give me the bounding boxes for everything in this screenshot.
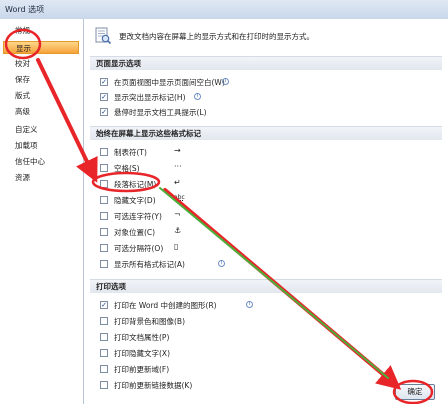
sidebar-item-label: 资源 <box>15 173 30 182</box>
checkbox[interactable] <box>100 260 108 268</box>
space-mark-symbol: ··· <box>174 162 182 171</box>
checkbox[interactable]: ✓ <box>100 78 108 86</box>
section-title: 始终在屏幕上显示这些格式标记 <box>96 129 201 138</box>
option-print-hidden-text[interactable]: 打印隐藏文字(X) <box>100 347 430 360</box>
option-object-anchors[interactable]: 对象位置(C) ⚓ <box>100 226 430 239</box>
info-icon: i <box>246 301 253 308</box>
checkbox[interactable] <box>100 228 108 236</box>
info-icon: i <box>222 78 229 85</box>
checkbox[interactable]: ✓ <box>100 108 108 116</box>
checkbox[interactable] <box>100 212 108 220</box>
option-label: 打印背景色和图像(B) <box>114 317 185 326</box>
sidebar-item-display[interactable]: 显示 <box>3 41 79 54</box>
sidebar-item-label: 高级 <box>15 107 30 116</box>
section-formatting-marks: 始终在屏幕上显示这些格式标记 <box>90 126 442 140</box>
ok-button-label: 确定 <box>407 387 423 396</box>
sidebar-item-label: 保存 <box>15 75 30 84</box>
section-title: 页面显示选项 <box>96 59 141 68</box>
sidebar-item-label: 信任中心 <box>15 157 45 166</box>
sidebar-item-label: 加载项 <box>15 141 38 150</box>
hidden-text-symbol: abc <box>174 194 185 201</box>
option-label: 打印文档属性(P) <box>114 333 170 342</box>
info-icon: i <box>218 260 225 267</box>
hyphen-mark-symbol: ¬ <box>174 210 181 219</box>
checkbox[interactable] <box>100 180 108 188</box>
ok-button[interactable]: 确定 <box>395 384 435 400</box>
window-titlebar: Word 选项 <box>0 0 448 20</box>
option-label: 打印隐藏文字(X) <box>114 349 170 358</box>
sidebar-item-trust-center[interactable]: 信任中心 <box>3 155 79 168</box>
checkbox[interactable] <box>100 164 108 172</box>
option-update-links[interactable]: 打印前更新链接数据(K) <box>100 379 430 392</box>
option-print-background[interactable]: 打印背景色和图像(B) <box>100 315 430 328</box>
option-update-fields[interactable]: 打印前更新域(F) <box>100 363 430 376</box>
checkbox[interactable] <box>100 333 108 341</box>
sidebar-item-proofing[interactable]: 校对 <box>3 57 79 70</box>
option-tab-characters[interactable]: 制表符(T) → <box>100 146 430 159</box>
section-printing: 打印选项 <box>90 279 442 293</box>
anchor-icon: ⚓ <box>174 226 182 235</box>
option-show-whitespace[interactable]: ✓ 在页面视图中显示页面间空白(W) i <box>100 76 430 89</box>
option-hidden-text[interactable]: 隐藏文字(D) abc <box>100 194 430 207</box>
option-label: 可选分隔符(O) <box>114 244 164 253</box>
tab-mark-symbol: → <box>174 146 181 155</box>
info-icon: i <box>194 93 201 100</box>
option-label: 段落标记(M) <box>114 180 157 189</box>
sidebar-item-label: 常规 <box>15 26 30 35</box>
options-content: 更改文档内容在屏幕上的显示方式和在打印时的显示方式。 页面显示选项 ✓ 在页面视… <box>84 19 448 404</box>
content-header: 更改文档内容在屏幕上的显示方式和在打印时的显示方式。 <box>84 19 448 53</box>
option-show-all-marks[interactable]: 显示所有格式标记(A) i <box>100 258 430 271</box>
checkbox[interactable] <box>100 349 108 357</box>
sidebar-item-label: 版式 <box>15 91 30 100</box>
paragraph-mark-symbol: ↵ <box>174 178 181 187</box>
document-magnifier-icon <box>95 27 112 45</box>
option-label: 制表符(T) <box>114 148 147 157</box>
option-print-properties[interactable]: 打印文档属性(P) <box>100 331 430 344</box>
option-label: 显示所有格式标记(A) <box>114 260 185 269</box>
option-optional-breaks[interactable]: 可选分隔符(O) ▯ <box>100 242 430 255</box>
option-label: 显示突出显示标记(H) <box>114 93 186 102</box>
checkbox[interactable] <box>100 365 108 373</box>
sidebar-item-general[interactable]: 常规 <box>3 24 79 37</box>
option-label: 悬停时显示文档工具提示(L) <box>114 108 207 117</box>
sidebar-item-save[interactable]: 保存 <box>3 73 79 86</box>
checkbox[interactable] <box>100 381 108 389</box>
checkbox[interactable]: ✓ <box>100 93 108 101</box>
checkbox[interactable] <box>100 317 108 325</box>
sidebar-item-advanced[interactable]: 高级 <box>3 105 79 118</box>
section-page-display: 页面显示选项 <box>90 56 442 70</box>
option-label: 可选连字符(Y) <box>114 212 162 221</box>
option-optional-hyphens[interactable]: 可选连字符(Y) ¬ <box>100 210 430 223</box>
sidebar-item-typography[interactable]: 版式 <box>3 89 79 102</box>
option-label: 隐藏文字(D) <box>114 196 156 205</box>
optional-break-symbol: ▯ <box>174 242 179 251</box>
window-title: Word 选项 <box>5 5 45 14</box>
sidebar-item-resources[interactable]: 资源 <box>3 171 79 184</box>
option-label: 空格(S) <box>114 164 140 173</box>
option-label: 打印前更新域(F) <box>114 365 170 374</box>
sidebar-item-label: 校对 <box>15 59 30 68</box>
checkbox[interactable]: ✓ <box>100 301 108 309</box>
option-show-tooltips[interactable]: ✓ 悬停时显示文档工具提示(L) <box>100 106 430 119</box>
option-show-highlighter[interactable]: ✓ 显示突出显示标记(H) i <box>100 91 430 104</box>
option-print-drawings[interactable]: ✓ 打印在 Word 中创建的图形(R) i <box>100 299 430 312</box>
checkbox[interactable] <box>100 196 108 204</box>
option-label: 打印在 Word 中创建的图形(R) <box>114 301 217 310</box>
sidebar-item-addins[interactable]: 加载项 <box>3 139 79 152</box>
section-title: 打印选项 <box>96 282 126 291</box>
checkbox[interactable] <box>100 148 108 156</box>
options-sidebar: 常规 显示 校对 保存 版式 高级 自定义 加载项 信任中心 资源 <box>0 19 84 404</box>
content-description: 更改文档内容在屏幕上的显示方式和在打印时的显示方式。 <box>119 32 314 41</box>
option-label: 打印前更新链接数据(K) <box>114 381 193 390</box>
option-spaces[interactable]: 空格(S) ··· <box>100 162 430 175</box>
sidebar-item-label: 显示 <box>16 44 31 53</box>
option-paragraph-marks[interactable]: 段落标记(M) ↵ <box>100 178 430 191</box>
sidebar-item-customize[interactable]: 自定义 <box>3 123 79 136</box>
sidebar-item-label: 自定义 <box>15 125 38 134</box>
checkbox[interactable] <box>100 244 108 252</box>
option-label: 在页面视图中显示页面间空白(W) <box>114 78 225 87</box>
option-label: 对象位置(C) <box>114 228 156 237</box>
